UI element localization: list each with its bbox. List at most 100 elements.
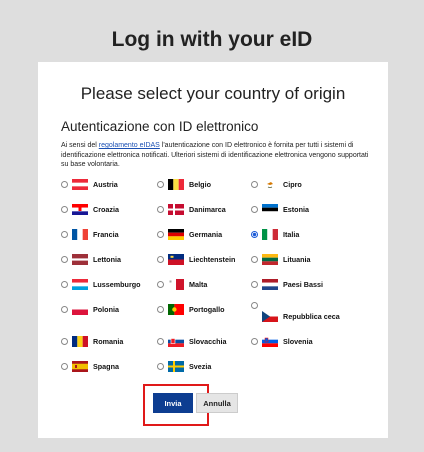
country-option-polonia[interactable]: Polonia — [61, 302, 119, 316]
country-label: Malta — [189, 279, 208, 289]
radio-estonia[interactable] — [251, 205, 258, 213]
country-option-romania[interactable]: Romania — [61, 334, 123, 348]
country-label: Danimarca — [189, 204, 226, 214]
radio-germania[interactable] — [157, 230, 164, 238]
radio-romania[interactable] — [61, 337, 68, 345]
country-label: Repubblica ceca — [283, 312, 340, 321]
radio-repubblica-ceca[interactable] — [251, 302, 258, 309]
cyprus-flag-icon — [262, 178, 278, 190]
country-option-germania[interactable]: Germania — [157, 227, 222, 241]
country-option-francia[interactable]: Francia — [61, 227, 119, 241]
sweden-flag-icon — [168, 360, 184, 372]
heading: Please select your country of origin — [80, 84, 346, 103]
radio-italia[interactable] — [251, 230, 258, 238]
country-label: Lussemburgo — [93, 279, 141, 289]
radio-danimarca[interactable] — [157, 205, 164, 213]
country-label: Cipro — [283, 179, 302, 189]
country-label: Croazia — [93, 204, 119, 214]
country-label: Liechtenstein — [189, 254, 236, 264]
country-label: Austria — [93, 179, 118, 189]
liechtenstein-flag-icon — [168, 253, 184, 265]
country-option-croazia[interactable]: Croazia — [61, 202, 119, 216]
country-option-cipro[interactable]: Cipro — [251, 177, 302, 191]
country-label: Polonia — [93, 304, 119, 314]
submit-button[interactable]: Invia — [153, 393, 193, 413]
radio-paesi-bassi[interactable] — [251, 280, 258, 288]
country-option-lussemburgo[interactable]: Lussemburgo — [61, 277, 141, 291]
radio-belgio[interactable] — [157, 180, 164, 188]
country-option-estonia[interactable]: Estonia — [251, 202, 309, 216]
country-label: Germania — [189, 229, 223, 239]
slovakia-flag-icon — [168, 335, 184, 347]
info-text: Ai sensi del regolamento eIDAS l'autenti… — [61, 141, 377, 170]
country-option-lettonia[interactable]: Lettonia — [61, 252, 121, 266]
radio-austria[interactable] — [61, 180, 68, 188]
portugal-flag-icon — [168, 303, 184, 315]
austria-flag-icon — [72, 178, 88, 190]
country-option-lituania[interactable]: Lituania — [251, 252, 311, 266]
country-label: Paesi Bassi — [283, 279, 323, 289]
netherlands-flag-icon — [262, 278, 278, 290]
country-label: Italia — [283, 229, 300, 239]
country-option-portogallo[interactable]: Portogallo — [157, 302, 225, 316]
radio-lituania[interactable] — [251, 255, 258, 263]
radio-malta[interactable] — [157, 280, 164, 288]
france-flag-icon — [72, 228, 88, 240]
luxembourg-flag-icon — [72, 278, 88, 290]
denmark-flag-icon — [168, 203, 184, 215]
poland-flag-icon — [72, 303, 88, 315]
radio-spagna[interactable] — [61, 362, 68, 370]
lithuania-flag-icon — [262, 253, 278, 265]
country-label: Spagna — [93, 361, 119, 371]
italy-flag-icon — [262, 228, 278, 240]
country-option-repubblica-ceca[interactable]: Repubblica ceca — [251, 301, 340, 325]
country-option-liechtenstein[interactable]: Liechtenstein — [157, 252, 235, 266]
latvia-flag-icon — [72, 253, 88, 265]
radio-polonia[interactable] — [61, 305, 68, 313]
estonia-flag-icon — [262, 203, 278, 215]
country-label: Slovenia — [283, 336, 313, 346]
country-option-danimarca[interactable]: Danimarca — [157, 202, 226, 216]
radio-croazia[interactable] — [61, 205, 68, 213]
germany-flag-icon — [168, 228, 184, 240]
country-selection-card: Please select your country of origin Aut… — [38, 62, 388, 438]
radio-lussemburgo[interactable] — [61, 280, 68, 288]
radio-portogallo[interactable] — [157, 305, 164, 313]
country-option-slovenia[interactable]: Slovenia — [251, 334, 313, 348]
country-label: Slovacchia — [189, 336, 227, 346]
radio-slovenia[interactable] — [251, 337, 258, 345]
radio-slovacchia[interactable] — [157, 337, 164, 345]
country-label: Belgio — [189, 179, 211, 189]
radio-francia[interactable] — [61, 230, 68, 238]
country-label: Estonia — [283, 204, 309, 214]
radio-cipro[interactable] — [251, 180, 258, 188]
country-option-malta[interactable]: Malta — [157, 277, 207, 291]
country-label: Lettonia — [93, 254, 121, 264]
eidas-regulation-link[interactable]: regolamento eIDAS — [99, 142, 160, 149]
radio-svezia[interactable] — [157, 362, 164, 370]
czech-flag-icon — [262, 311, 278, 322]
czech-option-content: Repubblica ceca — [262, 301, 340, 322]
country-option-slovacchia[interactable]: Slovacchia — [157, 334, 227, 348]
slovenia-flag-icon — [262, 335, 278, 347]
country-option-belgio[interactable]: Belgio — [157, 177, 211, 191]
country-option-italia[interactable]: Italia — [251, 227, 299, 241]
country-label: Francia — [93, 229, 119, 239]
country-label: Portogallo — [189, 304, 225, 314]
cancel-button[interactable]: Annulla — [196, 393, 238, 413]
country-label: Lituania — [283, 254, 311, 264]
country-option-spagna[interactable]: Spagna — [61, 359, 119, 373]
spain-flag-icon — [72, 360, 88, 372]
page-title: Log in with your eID — [111, 28, 313, 51]
belgium-flag-icon — [168, 178, 184, 190]
czech-flag-row: Repubblica ceca — [262, 311, 340, 322]
subheading: Autenticazione con ID elettronico — [61, 119, 259, 134]
country-option-paesi-bassi[interactable]: Paesi Bassi — [251, 277, 323, 291]
malta-flag-icon — [168, 278, 184, 290]
radio-liechtenstein[interactable] — [157, 255, 164, 263]
country-option-austria[interactable]: Austria — [61, 177, 118, 191]
country-label: Romania — [93, 336, 124, 346]
country-option-svezia[interactable]: Svezia — [157, 359, 211, 373]
radio-lettonia[interactable] — [61, 255, 68, 263]
